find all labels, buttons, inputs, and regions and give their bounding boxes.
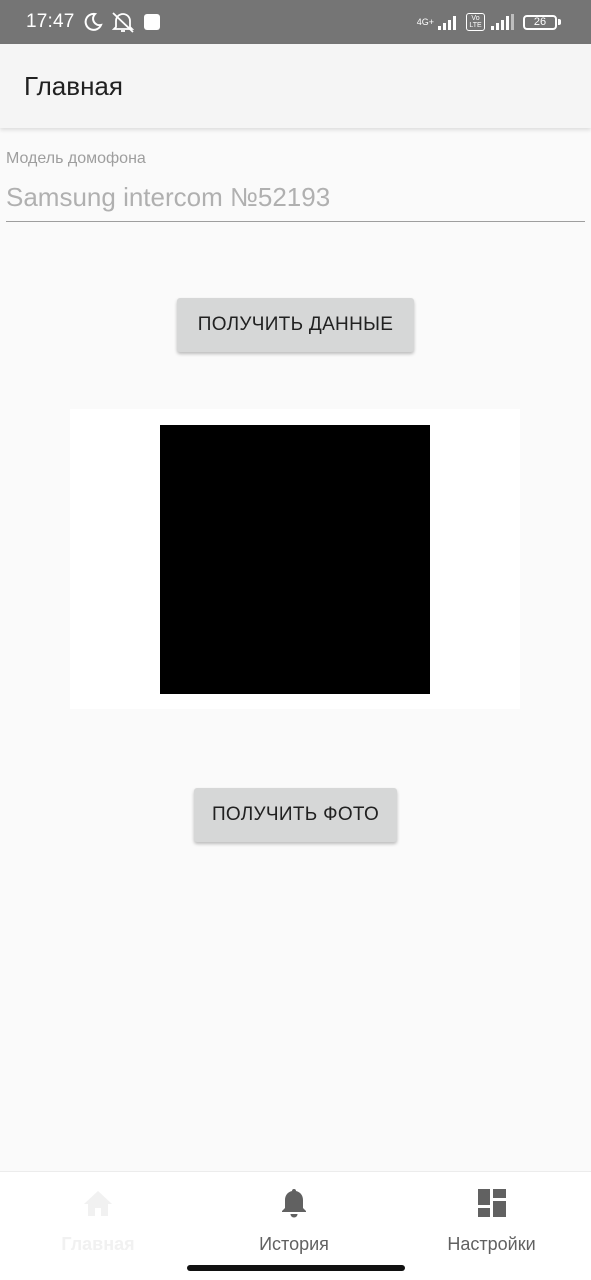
nav-label-home: Главная (61, 1234, 135, 1254)
status-time: 17:47 (26, 11, 75, 32)
app-bar: Главная (0, 44, 591, 128)
bottom-navigation: Главная История Настройки (0, 1171, 591, 1280)
page-title: Главная (24, 70, 123, 101)
volte-bottom: LTE (469, 22, 482, 29)
moon-icon (83, 12, 103, 32)
get-photo-button[interactable]: ПОЛУЧИТЬ ФОТО (194, 788, 397, 842)
nav-item-history[interactable]: История (196, 1172, 392, 1280)
muted-bell-icon (111, 11, 135, 33)
photo-image (160, 425, 430, 694)
nav-label-history: История (259, 1234, 329, 1254)
home-icon (82, 1186, 114, 1220)
home-indicator[interactable] (187, 1265, 405, 1271)
battery-icon: 26 (523, 14, 561, 30)
status-right: 4G+ Vo LTE 26 (417, 13, 561, 31)
network-type: 4G+ (416, 16, 434, 27)
bell-icon (280, 1186, 308, 1220)
status-left: 17:47 (26, 11, 161, 33)
intercom-model-input[interactable] (6, 182, 585, 222)
nav-item-settings[interactable]: Настройки (392, 1172, 591, 1280)
signal-icon-2 (491, 14, 517, 30)
dashboard-icon (477, 1186, 507, 1220)
battery-level: 26 (523, 14, 557, 30)
get-data-button[interactable]: ПОЛУЧИТЬ ДАННЫЕ (177, 298, 414, 352)
notification-square-icon (143, 13, 161, 31)
battery-tip (558, 19, 561, 25)
nav-item-home[interactable]: Главная (0, 1172, 196, 1280)
intercom-model-label: Модель домофона (6, 150, 146, 167)
nav-label-settings: Настройки (447, 1234, 536, 1254)
volte-badge: Vo LTE (466, 13, 485, 31)
intercom-model-field: Модель домофона (6, 150, 585, 222)
status-bar: 17:47 4G+ Vo LTE 26 (0, 0, 591, 44)
signal-icon (438, 14, 460, 30)
photo-frame (70, 409, 520, 709)
volte-top: Vo (471, 15, 480, 22)
